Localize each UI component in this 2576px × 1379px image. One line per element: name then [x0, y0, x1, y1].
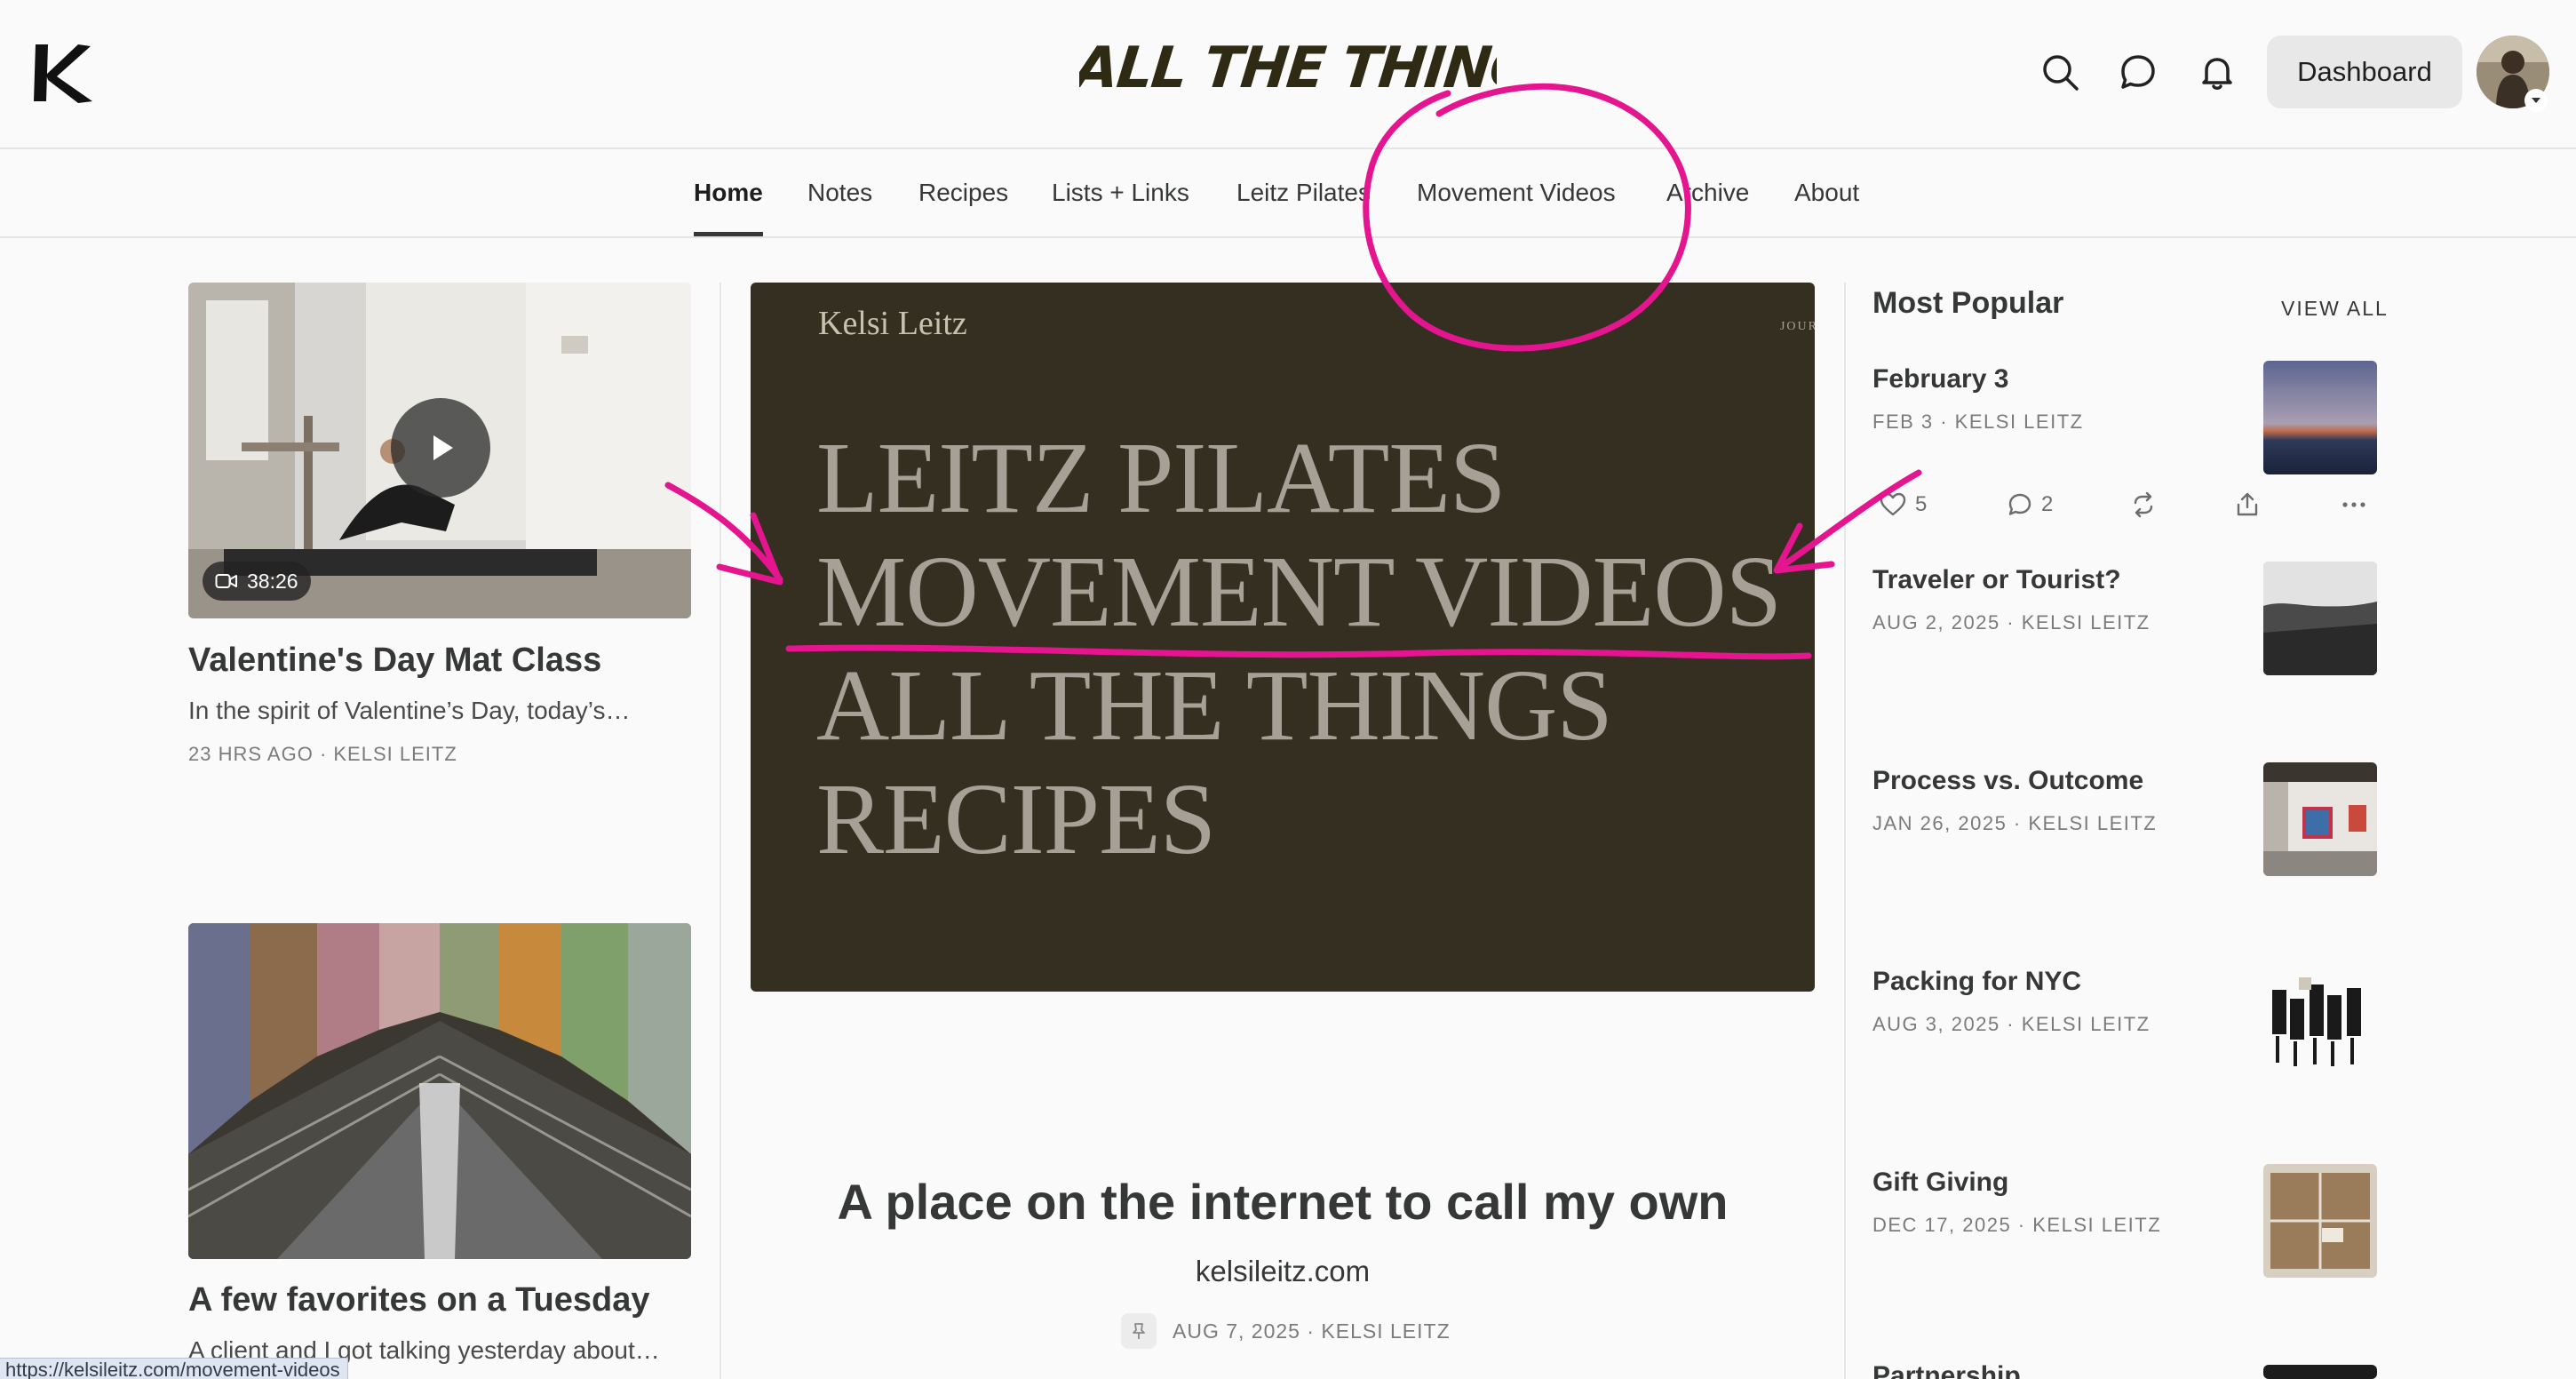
nav-item-movement-videos[interactable]: Movement Videos — [1417, 149, 1616, 236]
post-title[interactable]: Valentine's Day Mat Class — [188, 642, 601, 680]
more-dots-icon — [2342, 502, 2365, 507]
chevron-down-icon[interactable] — [2524, 89, 2548, 112]
popular-post-meta: AUG 2, 2025 · KELSI LEITZ — [1872, 611, 2151, 634]
nav-item-home[interactable]: Home — [694, 149, 763, 236]
nav-item-notes[interactable]: Notes — [807, 149, 872, 236]
post-excerpt: In the spirit of Valentine’s Day, today’… — [188, 697, 631, 724]
like-button[interactable]: 5 — [1880, 487, 1927, 522]
nav-item-leitz-pilates[interactable]: Leitz Pilates — [1236, 149, 1371, 236]
post-meta: 23 HRS AGO · KELSI LEITZ — [188, 743, 457, 765]
svg-text:ALL THE THINGS: ALL THE THINGS — [1079, 35, 1497, 101]
nav-item-archive[interactable]: Archive — [1666, 149, 1749, 236]
chat-icon[interactable] — [2118, 52, 2159, 92]
popular-post-thumbnail[interactable] — [2263, 361, 2377, 474]
restack-icon — [2134, 491, 2153, 518]
popular-post-title[interactable]: Traveler or Tourist? — [1872, 565, 2121, 595]
hero-brand: Kelsi Leitz — [818, 305, 967, 342]
hero-line: LEITZ PILATES — [816, 421, 1506, 534]
featured-post-title[interactable]: A place on the internet to call my own — [751, 1173, 1815, 1231]
popular-post-meta: DEC 17, 2025 · KELSI LEITZ — [1872, 1214, 2162, 1236]
hero-tag: JOUR — [1779, 320, 1815, 333]
dashboard-button[interactable]: Dashboard — [2267, 36, 2462, 108]
column-divider — [1844, 283, 1846, 1379]
nav-item-lists-links[interactable]: Lists + Links — [1052, 149, 1189, 236]
comment-button[interactable]: 2 — [2008, 487, 2053, 522]
main-nav: Home Notes Recipes Lists + Links Leitz P… — [0, 149, 2576, 238]
like-count: 5 — [1915, 492, 1928, 516]
status-bar-url: https://kelsileitz.com/movement-videos — [0, 1358, 348, 1379]
view-all-link[interactable]: VIEW ALL — [2281, 297, 2389, 321]
popular-post-meta: JAN 26, 2025 · KELSI LEITZ — [1872, 812, 2158, 834]
share-icon — [2237, 492, 2258, 516]
more-options-button[interactable] — [2341, 487, 2366, 522]
popular-post-title[interactable]: Packing for NYC — [1872, 967, 2081, 997]
share-button[interactable] — [2235, 487, 2260, 522]
hero-line: RECIPES — [816, 762, 1216, 875]
hero-line: ALL THE THINGS — [816, 649, 1613, 761]
column-divider — [720, 283, 721, 1379]
popular-post-thumbnail[interactable] — [2263, 562, 2377, 675]
popular-post-title[interactable]: February 3 — [1872, 364, 2008, 395]
featured-post-subtitle: kelsileitz.com — [1195, 1255, 1371, 1287]
popular-post-title[interactable]: Partnership — [1872, 1361, 2021, 1379]
hero-line: MOVEMENT VIDEOS — [816, 535, 1782, 648]
site-header: ALL THE THINGS Dashboard — [0, 0, 2576, 149]
popular-post-meta: AUG 3, 2025 · KELSI LEITZ — [1872, 1013, 2151, 1035]
post-thumbnail[interactable] — [188, 923, 691, 1259]
popular-post-thumbnail[interactable] — [2263, 963, 2377, 1077]
restack-button[interactable] — [2130, 487, 2157, 522]
video-thumbnail[interactable]: 38:26 — [188, 283, 691, 618]
nav-item-recipes[interactable]: Recipes — [918, 149, 1008, 236]
pin-icon — [1121, 1313, 1157, 1349]
comment-icon — [2008, 493, 2031, 515]
popular-post-thumbnail[interactable] — [2263, 1164, 2377, 1278]
heart-icon — [1880, 492, 1906, 516]
bell-icon[interactable] — [2197, 52, 2238, 92]
popular-post-title[interactable]: Gift Giving — [1872, 1168, 2008, 1198]
popular-post-thumbnail[interactable] — [2263, 1365, 2377, 1379]
play-button[interactable] — [391, 398, 490, 498]
most-popular-heading: Most Popular — [1872, 286, 2064, 320]
duration-text: 38:26 — [247, 569, 298, 593]
post-title[interactable]: A few favorites on a Tuesday — [188, 1281, 649, 1319]
nav-item-about[interactable]: About — [1794, 149, 1859, 236]
popular-post-meta: FEB 3 · KELSI LEITZ — [1872, 411, 2084, 433]
popular-post-thumbnail[interactable] — [2263, 762, 2377, 876]
site-wordmark[interactable]: ALL THE THINGS — [1079, 27, 1497, 107]
comment-count: 2 — [2041, 492, 2054, 516]
video-camera-icon — [215, 574, 237, 588]
featured-post-date: AUG 7, 2025 · KELSI LEITZ — [1173, 1319, 1451, 1343]
video-duration-badge: 38:26 — [203, 562, 311, 601]
search-icon[interactable] — [2039, 52, 2080, 92]
popular-post-title[interactable]: Process vs. Outcome — [1872, 766, 2143, 796]
hero-banner[interactable]: Kelsi Leitz JOUR LEITZ PILATES MOVEMENT … — [751, 283, 1815, 992]
logo-k-icon[interactable] — [28, 39, 96, 107]
featured-post-meta: AUG 7, 2025 · KELSI LEITZ — [1121, 1313, 1451, 1349]
